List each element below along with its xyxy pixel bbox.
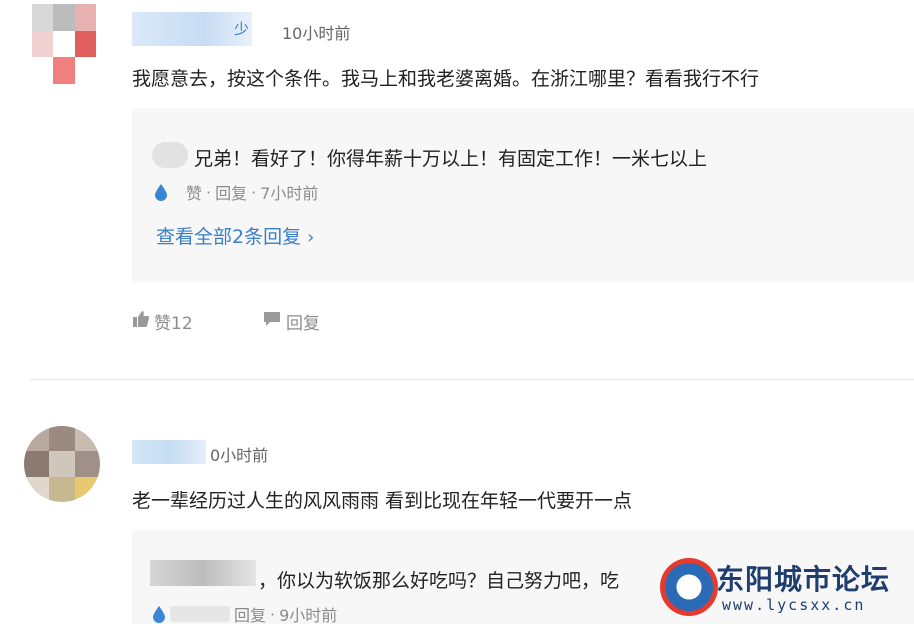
avatar[interactable] bbox=[32, 4, 96, 84]
avatar-pixel bbox=[74, 57, 96, 84]
username-tail-icon: 少 bbox=[234, 20, 250, 38]
logo-circle-icon bbox=[660, 558, 718, 616]
avatar-pixel bbox=[49, 476, 75, 502]
comment-bubble-icon bbox=[262, 310, 282, 333]
site-watermark-logo: 东阳城市论坛 www.lycsxx.cn bbox=[656, 556, 914, 624]
reply-text: 兄弟！看好了！你得年薪十万以上！有固定工作！一米七以上 bbox=[194, 148, 708, 170]
view-all-replies-link[interactable]: 查看全部2条回复 › bbox=[156, 222, 314, 249]
avatar-pixel bbox=[49, 426, 75, 452]
avatar-pixel bbox=[32, 4, 54, 31]
reply-avatar-blur[interactable] bbox=[152, 142, 188, 168]
avatar[interactable] bbox=[24, 426, 100, 502]
avatar-pixel bbox=[74, 30, 96, 58]
reply-like-blurred[interactable] bbox=[170, 606, 230, 622]
avatar-pixel bbox=[53, 4, 75, 31]
comment-content: 老一辈经历过人生的风风雨雨 看到比现在年轻一代要开一点 bbox=[132, 490, 633, 512]
reply-label: 回复 bbox=[286, 314, 320, 334]
reply-text: ，你以为软饭那么好吃吗？自己努力吧，吃 bbox=[258, 570, 620, 592]
avatar-pixel bbox=[24, 476, 50, 502]
avatar-pixel bbox=[32, 30, 54, 58]
reply-meta: 回复 · 9小时前 bbox=[152, 602, 337, 624]
watermark-text: 东阳城市论坛 bbox=[716, 563, 891, 596]
comment-time: 10小时前 bbox=[282, 24, 351, 43]
avatar-pixel bbox=[53, 30, 75, 58]
reply-meta: 赞 · 回复 · 7小时前 bbox=[154, 180, 318, 204]
meta-separator: · bbox=[270, 604, 276, 624]
reply-username-blurred[interactable] bbox=[150, 560, 256, 586]
reply-reply-button[interactable]: 回复 bbox=[234, 602, 266, 624]
avatar-pixel bbox=[74, 426, 100, 452]
avatar-pixel bbox=[32, 57, 54, 84]
water-drop-like-icon[interactable] bbox=[154, 183, 168, 201]
comment-content: 我愿意去，按这个条件。我马上和我老婆离婚。在浙江哪里？看看我行不行 bbox=[132, 68, 760, 90]
comment-time: 0小时前 bbox=[210, 446, 269, 465]
avatar-pixel bbox=[24, 426, 50, 452]
avatar-pixel bbox=[49, 451, 75, 477]
meta-separator: · bbox=[206, 182, 212, 202]
like-button[interactable]: 赞12 bbox=[132, 309, 193, 334]
reply-like-button[interactable]: 赞 bbox=[186, 180, 202, 204]
reply-time: 7小时前 bbox=[260, 184, 319, 203]
username-blurred[interactable] bbox=[132, 440, 206, 464]
watermark-url: www.lycsxx.cn bbox=[722, 596, 866, 614]
water-drop-like-icon[interactable] bbox=[152, 605, 166, 623]
like-count: 赞12 bbox=[154, 314, 193, 334]
avatar-pixel bbox=[24, 451, 50, 477]
reply-time: 9小时前 bbox=[279, 606, 338, 624]
reply-box: 兄弟！看好了！你得年薪十万以上！有固定工作！一米七以上 赞 · 回复 · 7小时… bbox=[132, 108, 914, 282]
avatar-pixel bbox=[53, 57, 75, 84]
chevron-right-icon: › bbox=[307, 227, 315, 248]
meta-separator: · bbox=[251, 182, 257, 202]
avatar-pixel bbox=[74, 451, 100, 477]
avatar-pixel bbox=[74, 4, 96, 31]
reply-button[interactable]: 回复 bbox=[262, 309, 320, 334]
comment-1: 少 10小时前 我愿意去，按这个条件。我马上和我老婆离婚。在浙江哪里？看看我行不… bbox=[0, 0, 914, 380]
view-all-label: 查看全部2条回复 bbox=[156, 226, 302, 248]
reply-reply-button[interactable]: 回复 bbox=[215, 180, 247, 204]
avatar-pixel bbox=[74, 476, 100, 502]
thumbs-up-icon bbox=[132, 310, 150, 333]
